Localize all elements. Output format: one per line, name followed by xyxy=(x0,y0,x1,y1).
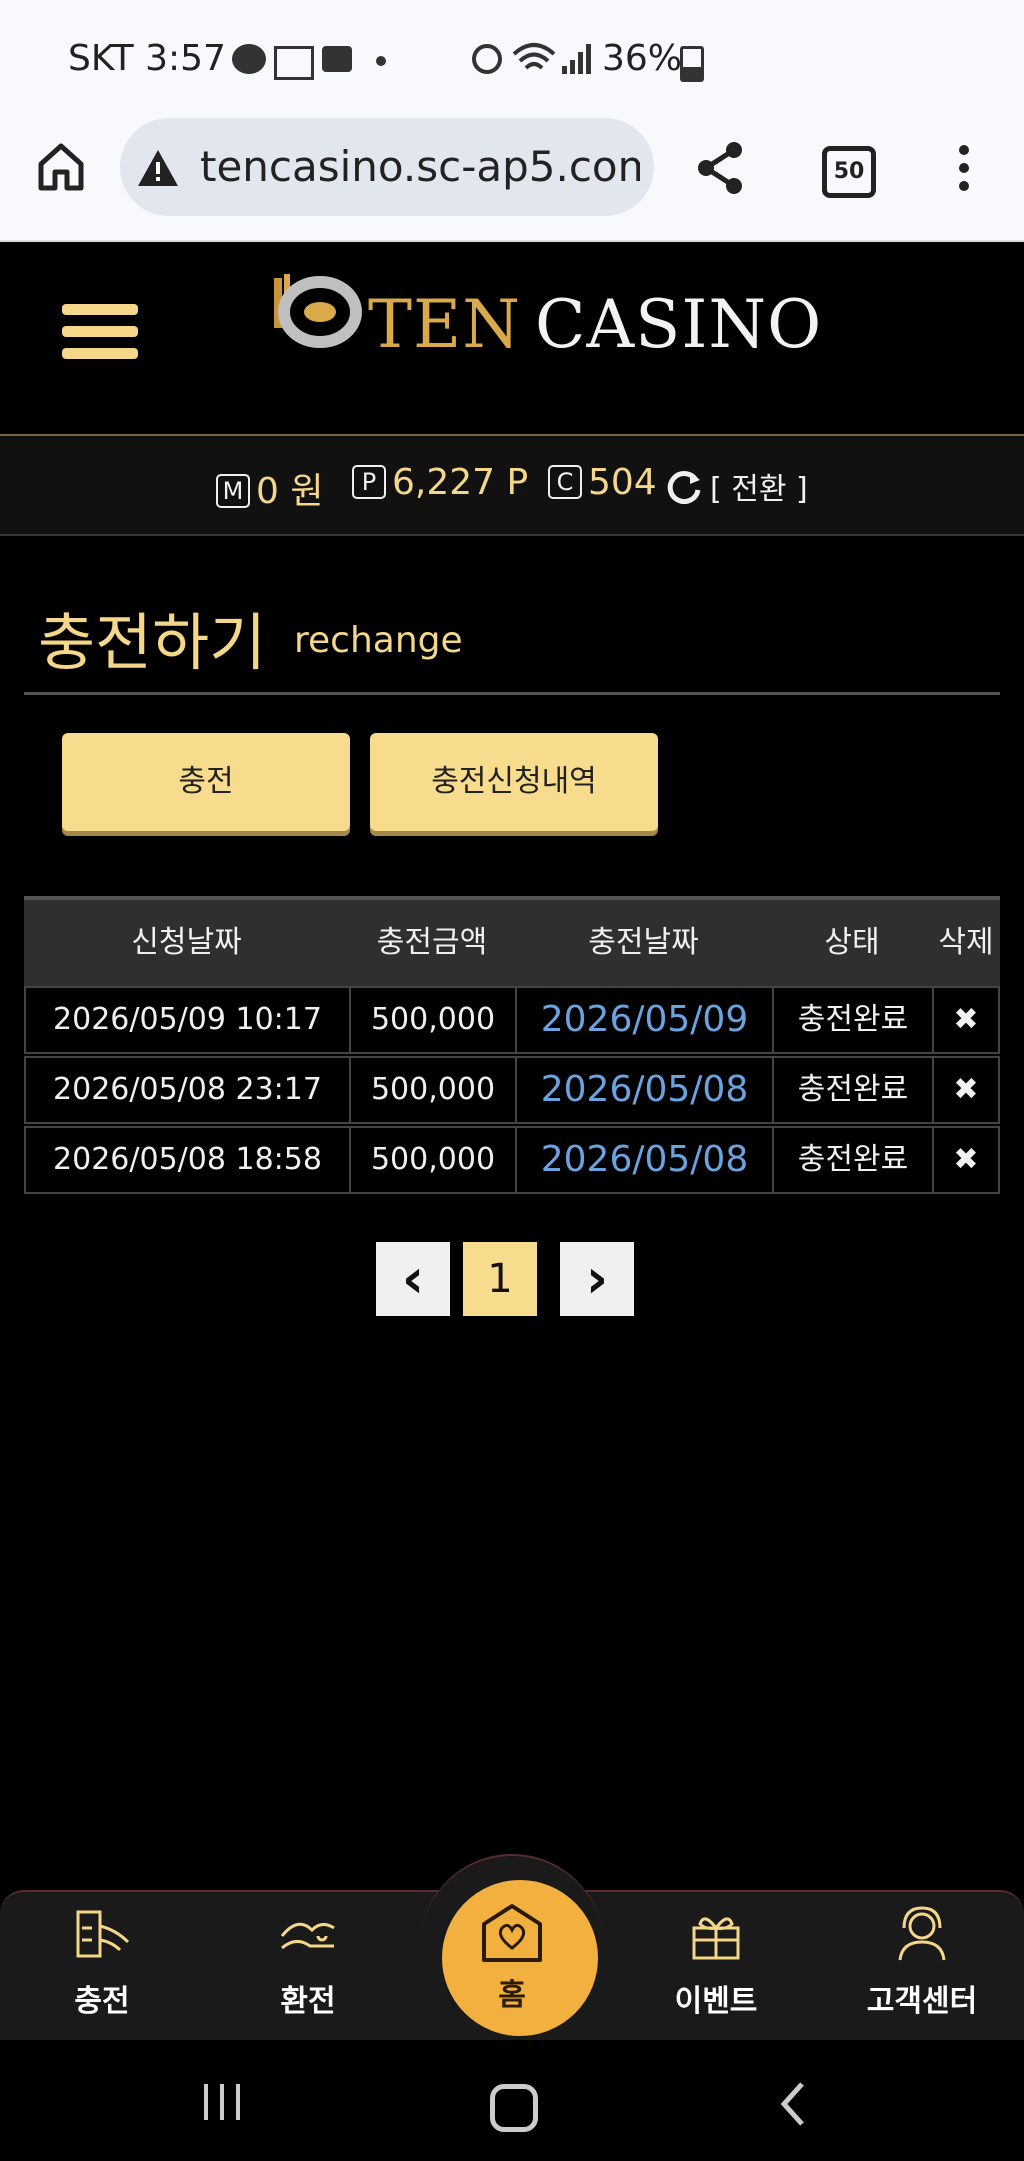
point-balance: P 6,227 P xyxy=(352,462,528,503)
battery-icon xyxy=(680,46,704,82)
header-delete: 삭제 xyxy=(938,925,994,960)
table-row: 2026/05/08 18:58 500,000 2026/05/08 충전완료… xyxy=(24,1126,1000,1194)
hamburger-menu-icon[interactable] xyxy=(56,296,146,374)
browser-toolbar: tencasino.sc-ap5.com/ 50 xyxy=(0,118,1024,242)
balance-bar: M0 원 P 6,227 P C 504 [ 전환 ] xyxy=(0,436,1024,536)
cell-charge-date: 2026/05/08 xyxy=(517,1128,774,1192)
header-request-date: 신청날짜 xyxy=(131,925,242,960)
page-1-button[interactable]: 1 xyxy=(463,1242,537,1316)
nav-support[interactable]: 고객센터 xyxy=(852,1976,992,2020)
money-label-icon: M xyxy=(216,474,250,508)
status-bar: SKT 3:57 36% xyxy=(0,0,1024,118)
url-text[interactable]: tencasino.sc-ap5.com/ xyxy=(200,142,640,191)
nav-charge[interactable]: 충전 xyxy=(32,1976,172,2020)
point-label-icon: P xyxy=(352,465,386,499)
table-header: 신청날짜 충전금액 충전날짜 상태 삭제 xyxy=(24,896,1000,986)
logo-casino-text: CASINO xyxy=(534,286,823,363)
event-gift-icon[interactable] xyxy=(686,1906,746,1962)
android-navigation-bar xyxy=(0,2040,1024,2161)
ten-casino-logo-icon[interactable] xyxy=(270,270,366,356)
more-options-icon[interactable] xyxy=(954,142,974,194)
site-header: TEN CASINO xyxy=(0,242,1024,436)
delete-icon[interactable]: ✖ xyxy=(934,988,998,1052)
header-status: 상태 xyxy=(824,925,880,960)
cell-amount: 500,000 xyxy=(351,1128,517,1192)
cell-request-date: 2026/05/09 10:17 xyxy=(26,988,351,1052)
cell-amount: 500,000 xyxy=(351,1058,517,1122)
cell-status: 충전완료 xyxy=(774,1058,934,1122)
prev-page-button[interactable]: ‹ xyxy=(376,1242,450,1316)
warning-icon xyxy=(138,150,178,186)
table-row: 2026/05/09 10:17 500,000 2026/05/09 충전완료… xyxy=(24,986,1000,1054)
page-title: 충전하기 xyxy=(38,606,267,679)
exchange-icon[interactable] xyxy=(278,1906,338,1962)
header-amount: 충전금액 xyxy=(376,925,488,960)
title-divider xyxy=(24,692,1000,695)
refresh-icon[interactable] xyxy=(666,468,702,504)
next-page-button[interactable]: › xyxy=(560,1242,634,1316)
tab-count-button[interactable]: 50 xyxy=(822,146,876,198)
home-icon[interactable] xyxy=(36,142,86,192)
cell-charge-date: 2026/05/09 xyxy=(517,988,774,1052)
cell-status: 충전완료 xyxy=(774,988,934,1052)
alarm-icon xyxy=(472,44,502,74)
site-logo[interactable]: TEN CASINO xyxy=(368,286,822,363)
cell-request-date: 2026/05/08 23:17 xyxy=(26,1058,351,1122)
charge-button[interactable]: 충전 xyxy=(62,733,350,831)
kakaotalk-icon xyxy=(232,44,266,74)
android-home-icon[interactable] xyxy=(490,2084,538,2132)
logo-ten-text: TEN xyxy=(368,286,521,363)
status-carrier-time: SKT 3:57 xyxy=(68,38,226,79)
cell-charge-date: 2026/05/08 xyxy=(517,1058,774,1122)
charge-history-button[interactable]: 충전신청내역 xyxy=(370,733,658,831)
message-icon xyxy=(322,46,352,72)
coin-value: 504 xyxy=(588,462,657,503)
notification-icon xyxy=(274,46,314,80)
cell-status: 충전완료 xyxy=(774,1128,934,1192)
convert-link[interactable]: [ 전환 ] xyxy=(710,464,808,508)
coin-label-icon: C xyxy=(548,465,582,499)
delete-icon[interactable]: ✖ xyxy=(934,1058,998,1122)
page-subtitle: rechange xyxy=(294,620,463,661)
nav-event[interactable]: 이벤트 xyxy=(646,1976,786,2020)
table-row: 2026/05/08 23:17 500,000 2026/05/08 충전완료… xyxy=(24,1056,1000,1124)
customer-support-icon[interactable] xyxy=(892,1906,952,1962)
nav-exchange[interactable]: 환전 xyxy=(238,1976,378,2020)
money-balance: M0 원 xyxy=(216,462,323,514)
coin-balance: C 504 xyxy=(548,462,657,503)
signal-icon xyxy=(562,44,591,74)
charge-icon[interactable] xyxy=(72,1906,132,1962)
cell-request-date: 2026/05/08 18:58 xyxy=(26,1128,351,1192)
header-charge-date: 충전날짜 xyxy=(588,925,699,960)
recent-apps-icon[interactable] xyxy=(200,2082,246,2122)
point-value: 6,227 P xyxy=(392,462,529,503)
home-heart-icon xyxy=(482,1904,542,1962)
share-icon[interactable] xyxy=(694,140,746,196)
money-value: 0 원 xyxy=(256,471,324,512)
cell-amount: 500,000 xyxy=(351,988,517,1052)
back-icon[interactable] xyxy=(778,2080,808,2128)
wifi-icon xyxy=(512,43,556,70)
nav-home-label: 홈 xyxy=(498,1978,526,2013)
more-notifications-icon xyxy=(376,56,386,66)
delete-icon[interactable]: ✖ xyxy=(934,1128,998,1192)
battery-percent: 36% xyxy=(602,38,683,79)
